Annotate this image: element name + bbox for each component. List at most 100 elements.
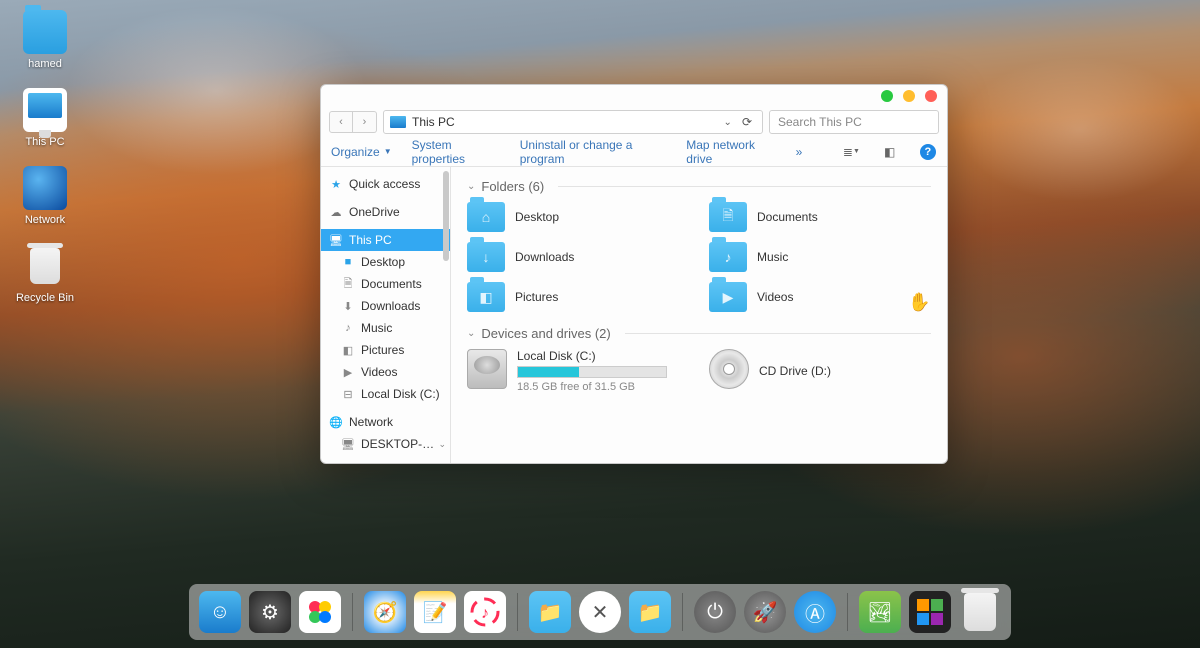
- desktop-icon-label: Network: [25, 214, 65, 226]
- sidebar-item-documents[interactable]: 🗎Documents: [321, 273, 450, 295]
- chevron-down-icon: ▼: [384, 147, 392, 156]
- dock-separator: [682, 593, 683, 631]
- back-button[interactable]: ‹: [329, 111, 353, 133]
- command-toolbar: Organize ▼ System properties Uninstall o…: [321, 137, 947, 167]
- cd-icon: [709, 349, 749, 389]
- dock-separator: [847, 593, 848, 631]
- chevron-left-icon: ‹: [339, 116, 343, 128]
- video-icon: ▶: [341, 365, 355, 379]
- folder-pictures[interactable]: ◧Pictures: [467, 282, 689, 312]
- sidebar-item-local-disk[interactable]: ⊟Local Disk (C:): [321, 383, 450, 405]
- navigation-bar: ‹ › This PC ⌄ ⟳ Search This PC: [321, 107, 947, 137]
- search-input[interactable]: Search This PC: [769, 110, 939, 134]
- folder-downloads[interactable]: ↓Downloads: [467, 242, 689, 272]
- map-network-drive-button[interactable]: Map network drive: [686, 138, 775, 166]
- star-icon: ★: [329, 177, 343, 191]
- help-button[interactable]: ?: [919, 143, 937, 161]
- folder-icon: ↓: [467, 242, 505, 272]
- desktop-icon-recycle-bin[interactable]: Recycle Bin: [10, 244, 80, 304]
- folder-documents[interactable]: 🗎Documents: [709, 202, 931, 232]
- sidebar-item-desktop-computer[interactable]: 🖥DESKTOP-KPT6F⌄: [321, 433, 450, 455]
- drive-local-disk-c[interactable]: Local Disk (C:) 18.5 GB free of 31.5 GB: [467, 349, 689, 393]
- folder-icon: ▶: [709, 282, 747, 312]
- chevron-down-icon[interactable]: ⌄: [467, 328, 475, 339]
- sidebar-item-quick-access[interactable]: ★ Quick access: [321, 173, 450, 195]
- dock-app-notes[interactable]: 📝: [414, 591, 456, 633]
- drive-name: Local Disk (C:): [517, 349, 667, 363]
- uninstall-program-button[interactable]: Uninstall or change a program: [520, 138, 667, 166]
- folder-icon: ◧: [467, 282, 505, 312]
- sidebar-item-videos[interactable]: ▶Videos: [321, 361, 450, 383]
- dock-app-yosemite[interactable]: ✕: [579, 591, 621, 633]
- drive-cd-d[interactable]: CD Drive (D:): [709, 349, 931, 393]
- window-minimize-button[interactable]: [881, 90, 893, 102]
- content-pane: ⌄ Folders (6) ⌂Desktop 🗎Documents ↓Downl…: [451, 167, 947, 463]
- desktop-icon-network[interactable]: Network: [10, 166, 80, 226]
- chevron-down-icon[interactable]: ⌄: [467, 181, 475, 192]
- computer-icon: 🖥: [341, 437, 355, 451]
- folder-music[interactable]: ♪Music: [709, 242, 931, 272]
- system-properties-button[interactable]: System properties: [412, 138, 500, 166]
- folder-icon: ⌂: [467, 202, 505, 232]
- sidebar-item-this-pc[interactable]: 🖥 This PC: [321, 229, 450, 251]
- sidebar-item-pictures[interactable]: ◧Pictures: [321, 339, 450, 361]
- dock-app-file-explorer[interactable]: 📁: [529, 591, 571, 633]
- organize-menu[interactable]: Organize ▼: [331, 145, 392, 159]
- dock-trash[interactable]: [959, 591, 1001, 633]
- refresh-icon[interactable]: ⟳: [738, 115, 756, 129]
- folder-videos[interactable]: ▶Videos: [709, 282, 931, 312]
- dock-app-launchpad[interactable]: 🚀: [744, 591, 786, 633]
- desktop-icon-this-pc[interactable]: This PC: [10, 88, 80, 148]
- file-explorer-window: ‹ › This PC ⌄ ⟳ Search This PC Organize …: [320, 84, 948, 464]
- dock-app-itunes[interactable]: ♪: [464, 591, 506, 633]
- dock-app-power[interactable]: ⏻: [694, 591, 736, 633]
- desktop-icon: ■: [341, 255, 355, 269]
- storage-fill: [518, 367, 579, 377]
- chevron-right-icon: ›: [363, 116, 367, 128]
- trash-icon: [964, 593, 996, 631]
- dock-app-display-settings[interactable]: [909, 591, 951, 633]
- address-bar[interactable]: This PC ⌄ ⟳: [383, 110, 763, 134]
- desktop-icon-hamed[interactable]: hamed: [10, 10, 80, 70]
- search-placeholder: Search This PC: [778, 115, 862, 129]
- sidebar-scrollbar[interactable]: [443, 171, 449, 459]
- cloud-icon: ☁: [329, 205, 343, 219]
- scrollbar-thumb[interactable]: [443, 171, 449, 261]
- dock-app-folder[interactable]: 📁: [629, 591, 671, 633]
- sidebar-item-onedrive[interactable]: ☁ OneDrive: [321, 201, 450, 223]
- svg-text:♪: ♪: [481, 605, 489, 622]
- sidebar-item-network[interactable]: 🌐Network: [321, 411, 450, 433]
- dock-app-safari[interactable]: 🧭: [364, 591, 406, 633]
- folders-section-header[interactable]: ⌄ Folders (6): [467, 179, 931, 194]
- folder-desktop[interactable]: ⌂Desktop: [467, 202, 689, 232]
- picture-icon: ◧: [341, 343, 355, 357]
- dock-app-appstore[interactable]: Ⓐ: [794, 591, 836, 633]
- window-close-button[interactable]: [925, 90, 937, 102]
- music-icon: ♪: [341, 321, 355, 335]
- dock-app-finder[interactable]: ☺: [199, 591, 241, 633]
- window-titlebar[interactable]: [321, 85, 947, 107]
- dock-separator: [517, 593, 518, 631]
- sidebar-item-desktop[interactable]: ■Desktop: [321, 251, 450, 273]
- forward-button[interactable]: ›: [353, 111, 377, 133]
- overflow-menu[interactable]: »: [796, 145, 803, 159]
- document-icon: 🗎: [341, 277, 355, 291]
- folder-icon: 🗎: [709, 202, 747, 232]
- computer-icon: 🖥: [329, 233, 343, 247]
- folder-icon: ♪: [709, 242, 747, 272]
- sidebar-item-downloads[interactable]: ⬇Downloads: [321, 295, 450, 317]
- computer-icon: [23, 88, 67, 132]
- dock-app-gamecenter[interactable]: [299, 591, 341, 633]
- view-options-button[interactable]: ≣ ▼: [842, 143, 860, 161]
- drives-section-header[interactable]: ⌄ Devices and drives (2): [467, 326, 931, 341]
- dock-app-photos[interactable]: 🏞: [859, 591, 901, 633]
- chevron-down-icon[interactable]: ⌄: [724, 117, 732, 128]
- preview-pane-button[interactable]: ◧: [881, 143, 899, 161]
- window-maximize-button[interactable]: [903, 90, 915, 102]
- drive-name: CD Drive (D:): [759, 364, 831, 378]
- dock-separator: [352, 593, 353, 631]
- sidebar-item-music[interactable]: ♪Music: [321, 317, 450, 339]
- dock: ☺ ⚙ 🧭 📝 ♪ 📁 ✕ 📁 ⏻ 🚀 Ⓐ 🏞: [189, 584, 1011, 640]
- dock-app-settings[interactable]: ⚙: [249, 591, 291, 633]
- storage-text: 18.5 GB free of 31.5 GB: [517, 381, 667, 393]
